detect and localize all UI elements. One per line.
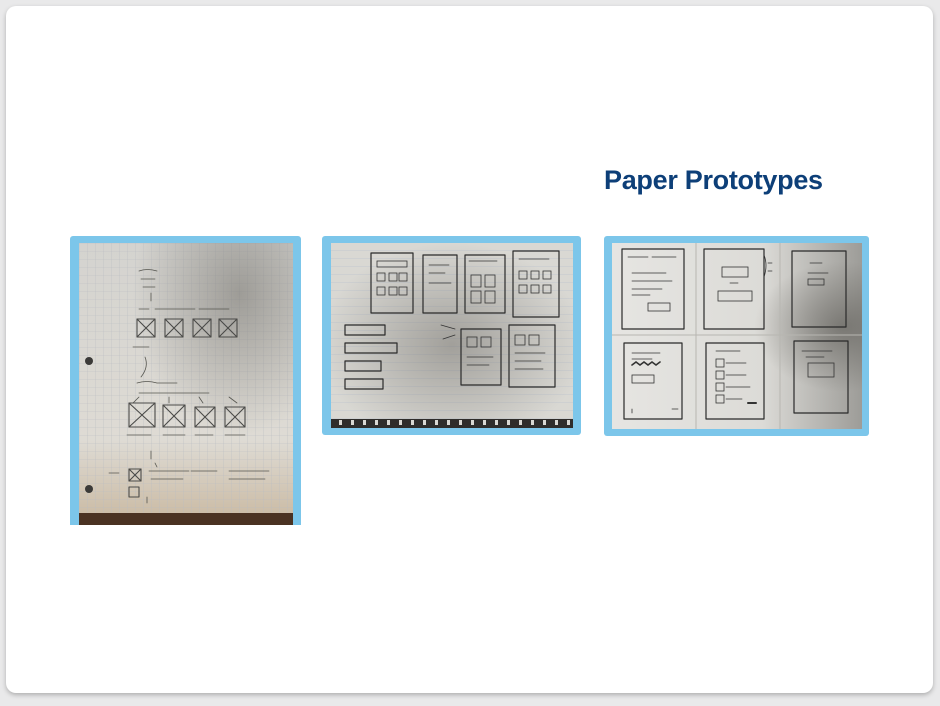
lined-notebook-sketch-photo [331,243,573,428]
photo-frame-folded-paper-prototype[interactable] [604,236,869,436]
photo-frame-lined-notebook-sketch[interactable] [322,236,581,435]
folded-paper-prototype-photo [612,243,862,429]
photo-frame-graph-paper-sketch[interactable] [70,236,301,525]
slide-title: Paper Prototypes [604,165,823,195]
graph-paper-sketch-photo [79,243,293,525]
